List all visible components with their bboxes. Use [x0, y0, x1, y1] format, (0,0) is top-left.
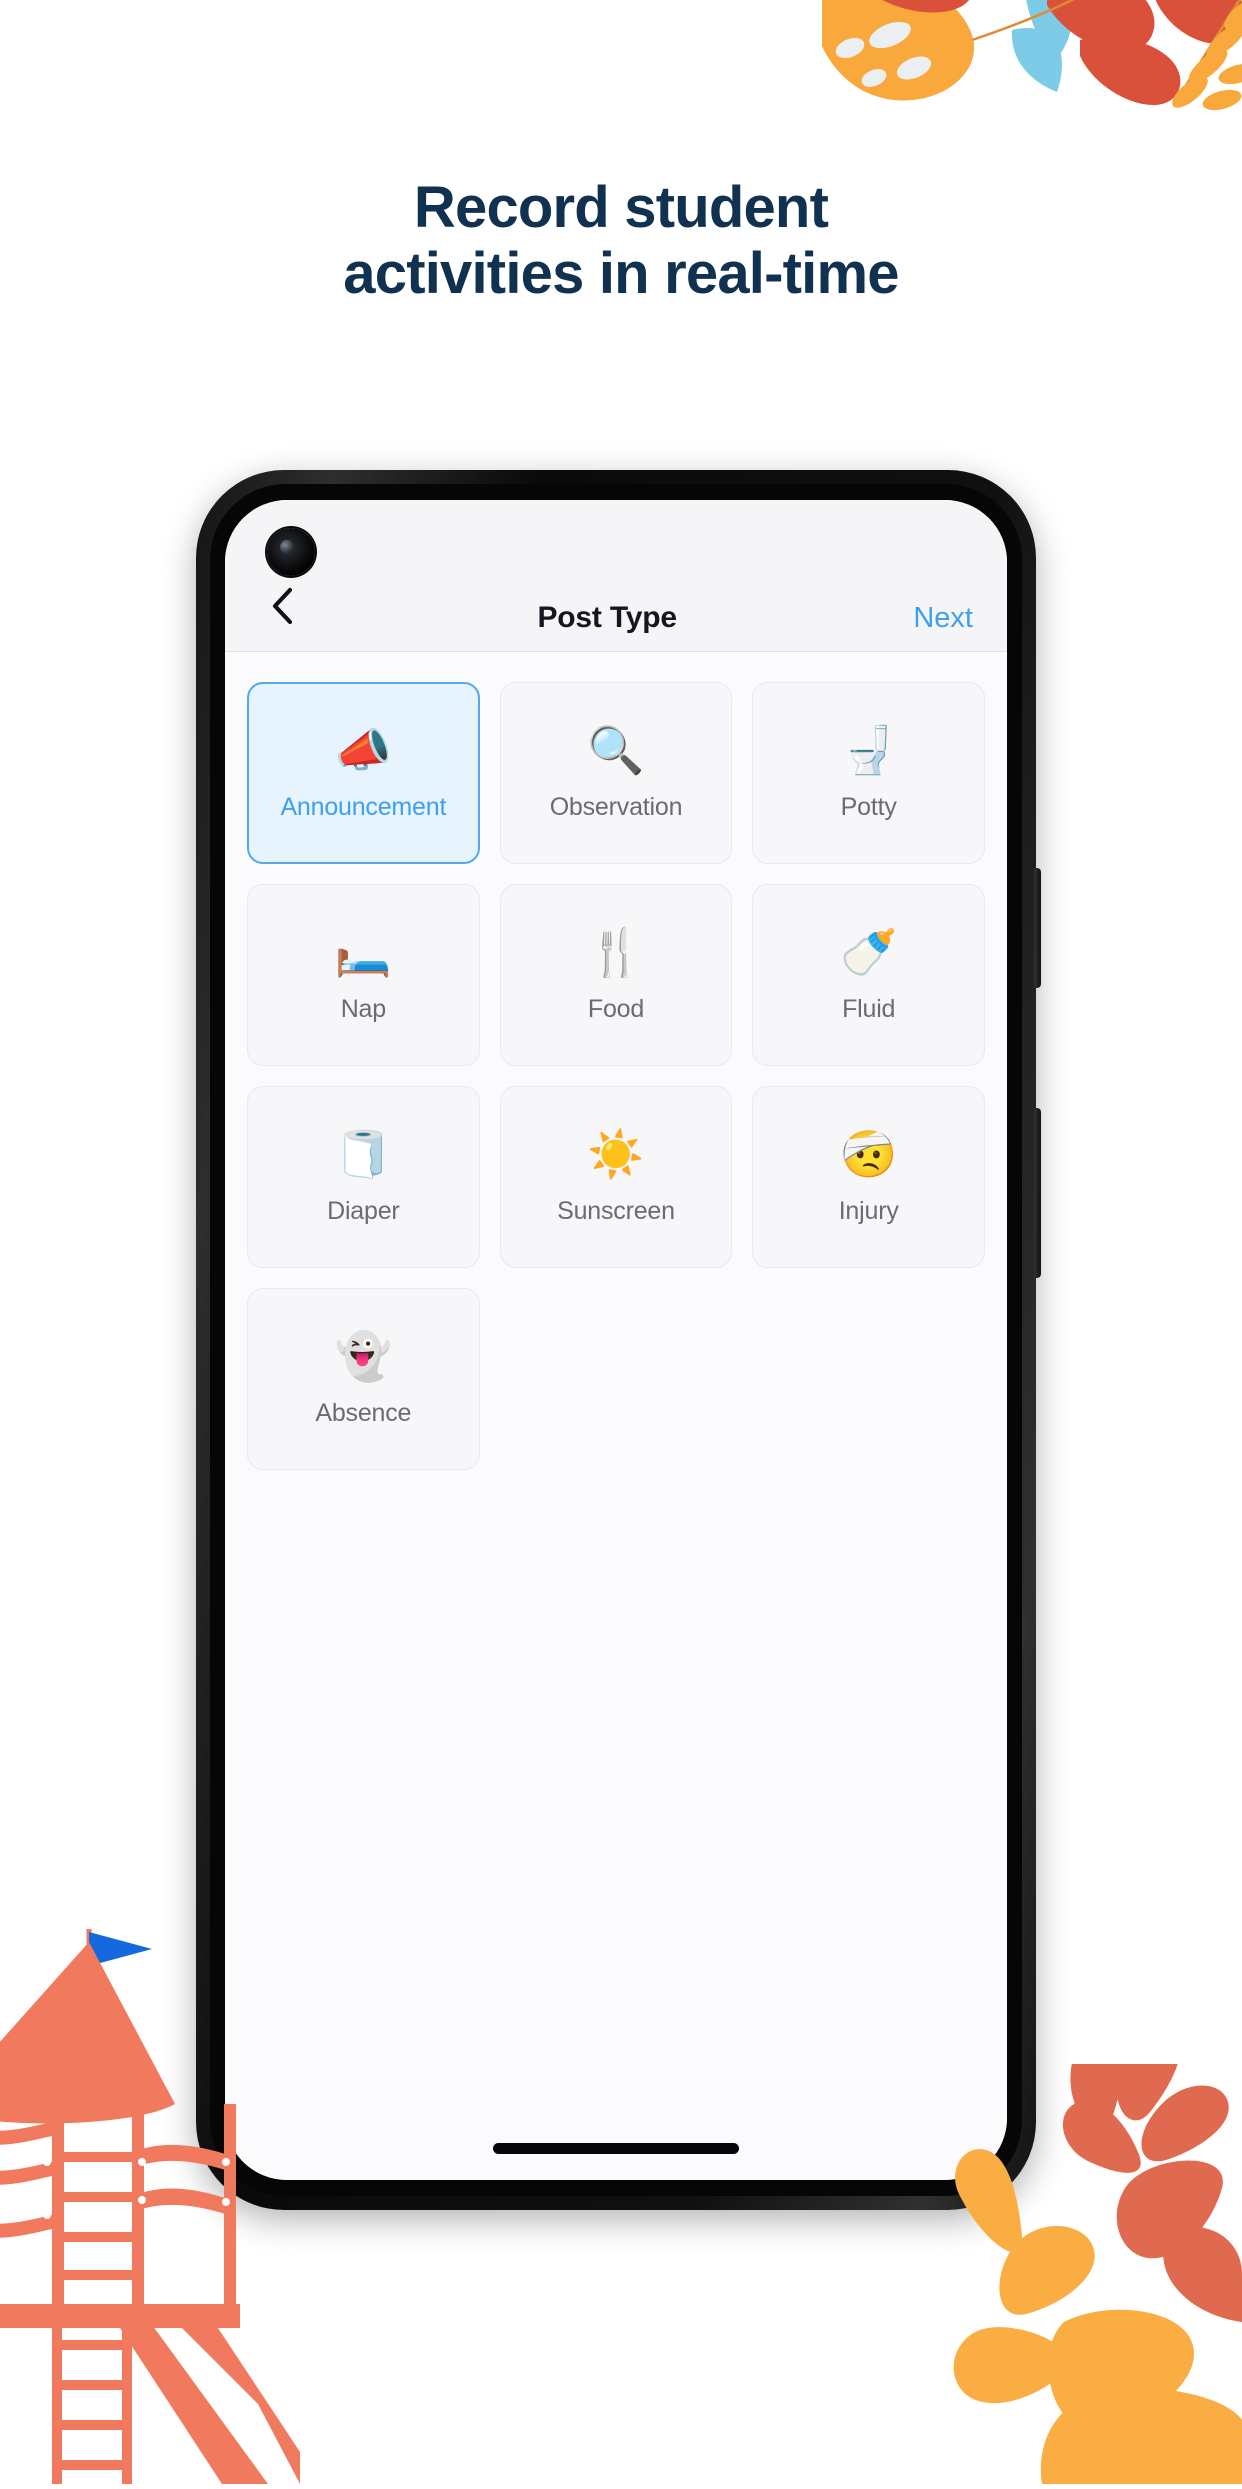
app-navigation-bar: Post Type Next [225, 500, 1007, 652]
power-button[interactable] [1034, 868, 1041, 988]
magnifying-glass-icon: 🔍 [587, 723, 645, 776]
back-button[interactable] [253, 577, 311, 635]
baby-bottle-icon: 🍼 [840, 925, 898, 978]
post-type-tile-announcement[interactable]: 📣 Announcement [247, 682, 480, 864]
top-right-leaves-decoration [812, 0, 1242, 150]
post-type-tile-label: Absence [315, 1398, 412, 1427]
post-type-tile-nap[interactable]: 🛏️ Nap [247, 884, 480, 1066]
post-type-grid: 📣 Announcement 🔍 Observation 🚽 Potty 🛏️ Nap 🍴 Foo… [247, 682, 985, 1470]
head-bandage-icon: 🤕 [840, 1127, 898, 1180]
toilet-icon: 🚽 [840, 723, 898, 776]
post-type-tile-observation[interactable]: 🔍 Observation [499, 682, 733, 864]
headline-line-1: Record student [413, 175, 829, 240]
front-camera-icon [267, 528, 315, 576]
post-type-tile-label: Fluid [842, 994, 896, 1023]
bed-icon: 🛏️ [334, 925, 392, 978]
post-type-tile-label: Food [587, 994, 645, 1023]
megaphone-icon: 📣 [334, 723, 392, 776]
volume-rocker[interactable] [1034, 1108, 1041, 1278]
post-type-tile-label: Sunscreen [557, 1196, 675, 1225]
post-type-tile-food[interactable]: 🍴 Food [499, 884, 733, 1066]
post-type-grid-container: 📣 Announcement 🔍 Observation 🚽 Potty 🛏️ Nap 🍴 Foo… [225, 652, 1007, 2180]
phone-mockup: Post Type Next 📣 Announcement 🔍 Observation… [196, 470, 1041, 2210]
post-type-tile-label: Announcement [280, 792, 447, 821]
post-type-tile-label: Nap [340, 994, 386, 1023]
post-type-tile-label: Potty [840, 792, 897, 821]
post-type-tile-diaper[interactable]: 🧻 Diaper [247, 1086, 480, 1268]
post-type-tile-absence[interactable]: 👻 Absence [247, 1288, 480, 1470]
post-type-tile-fluid[interactable]: 🍼 Fluid [752, 884, 985, 1066]
post-type-tile-potty[interactable]: 🚽 Potty [752, 682, 985, 864]
fork-and-knife-icon: 🍴 [587, 925, 645, 978]
sun-icon: ☀️ [587, 1127, 645, 1180]
screen-title: Post Type [537, 601, 678, 634]
phone-screen: Post Type Next 📣 Announcement 🔍 Observation… [225, 500, 1007, 2180]
page-title: Record student activities in real-time [0, 175, 1242, 307]
post-type-tile-label: Diaper [327, 1196, 400, 1225]
toilet-paper-icon: 🧻 [334, 1127, 392, 1180]
home-indicator[interactable] [493, 2143, 739, 2154]
headline-line-2: activities in real-time [343, 241, 899, 307]
post-type-tile-label: Observation [549, 792, 683, 821]
post-type-tile-label: Injury [838, 1196, 899, 1225]
post-type-tile-injury[interactable]: 🤕 Injury [752, 1086, 985, 1268]
ghost-icon: 👻 [334, 1329, 392, 1382]
post-type-tile-sunscreen[interactable]: ☀️ Sunscreen [499, 1086, 733, 1268]
chevron-left-icon [272, 587, 293, 625]
next-button[interactable]: Next [913, 602, 979, 635]
